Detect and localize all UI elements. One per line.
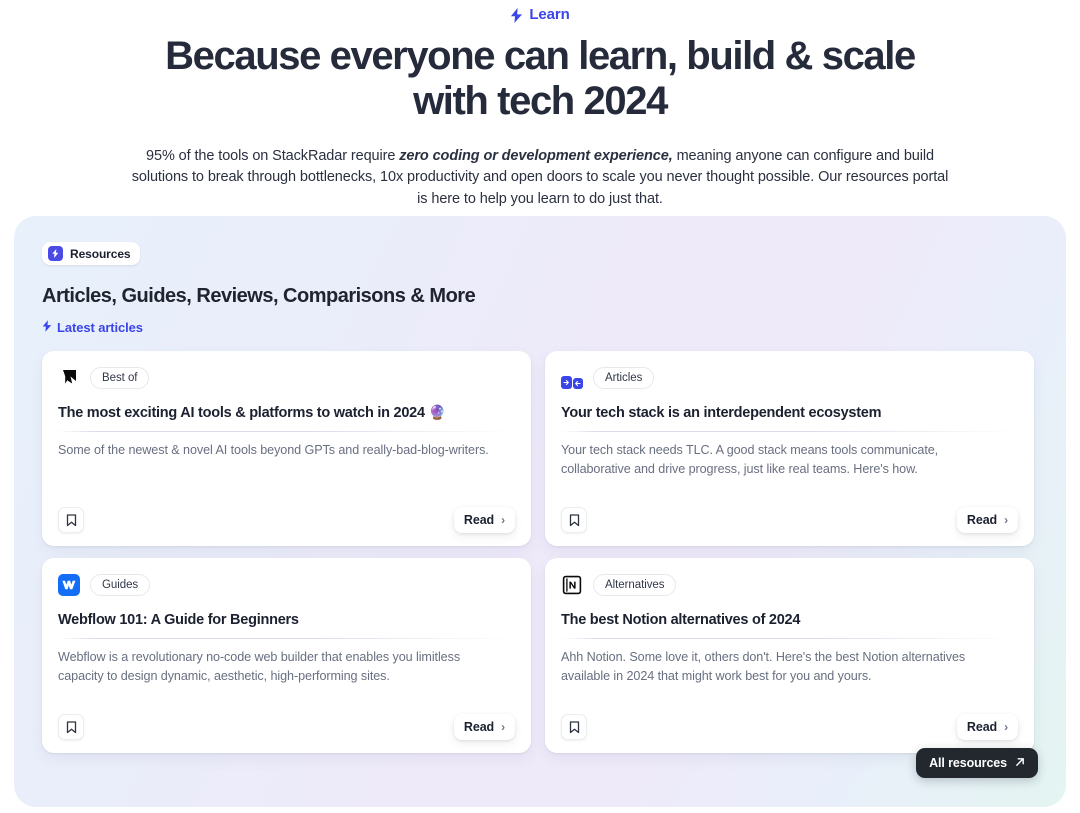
- card-title: The best Notion alternatives of 2024: [561, 610, 1018, 630]
- article-card[interactable]: Best of The most exciting AI tools & pla…: [42, 351, 531, 546]
- read-button[interactable]: Read ›: [956, 507, 1018, 533]
- articles-squares-icon: [561, 367, 583, 389]
- card-footer: Read ›: [58, 507, 515, 533]
- webflow-icon: [58, 574, 80, 596]
- bookmark-icon[interactable]: [561, 507, 587, 533]
- card-tag: Alternatives: [593, 574, 677, 596]
- chevron-right-icon: ›: [501, 720, 505, 734]
- card-title-text: The most exciting AI tools & platforms t…: [58, 405, 429, 421]
- page-title: Because everyone can learn, build & scal…: [165, 33, 916, 123]
- read-button-label: Read: [463, 513, 495, 527]
- card-title-text: Your tech stack is an interdependent eco…: [561, 405, 882, 421]
- bookmark-icon[interactable]: [561, 714, 587, 740]
- card-title: Your tech stack is an interdependent eco…: [561, 403, 1018, 423]
- card-title-text: Webflow 101: A Guide for Beginners: [58, 612, 299, 628]
- card-title: The most exciting AI tools & platforms t…: [58, 403, 515, 423]
- card-header: Guides: [58, 572, 515, 598]
- card-footer: Read ›: [561, 507, 1018, 533]
- all-resources-button[interactable]: All resources: [916, 748, 1038, 778]
- card-header: Articles: [561, 365, 1018, 391]
- notion-icon: [561, 574, 583, 596]
- card-description: Ahh Notion. Some love it, others don't. …: [561, 650, 966, 683]
- card-footer: Read ›: [58, 714, 515, 740]
- card-description: Your tech stack needs TLC. A good stack …: [561, 443, 939, 476]
- card-title: Webflow 101: A Guide for Beginners: [58, 610, 515, 630]
- read-button-label: Read: [966, 720, 998, 734]
- page-root: Learn Because everyone can learn, build …: [0, 0, 1080, 813]
- card-title-emoji: 🔮: [428, 404, 446, 420]
- panel-title: Articles, Guides, Reviews, Comparisons &…: [42, 285, 476, 307]
- read-button[interactable]: Read ›: [453, 714, 515, 740]
- card-divider: [561, 638, 1018, 639]
- all-resources-label: All resources: [929, 756, 1007, 770]
- hero-subtitle-part1: 95% of the tools on StackRadar require: [146, 147, 400, 164]
- card-divider: [561, 431, 1018, 432]
- resources-chip-label: Resources: [70, 246, 131, 261]
- read-button[interactable]: Read ›: [956, 714, 1018, 740]
- resources-chip: Resources: [42, 242, 141, 265]
- hero-subtitle: 95% of the tools on StackRadar require z…: [126, 146, 954, 211]
- lightning-bolt-icon: [510, 7, 523, 23]
- card-header: Best of: [58, 365, 515, 391]
- bookmark-icon[interactable]: [58, 507, 84, 533]
- card-divider: [58, 638, 515, 639]
- article-card[interactable]: Alternatives The best Notion alternative…: [545, 558, 1034, 753]
- articles-square-left: [561, 376, 572, 389]
- article-card[interactable]: Guides Webflow 101: A Guide for Beginner…: [42, 558, 531, 753]
- card-footer: Read ›: [561, 714, 1018, 740]
- chevron-right-icon: ›: [1004, 720, 1008, 734]
- card-tag: Best of: [90, 367, 150, 389]
- arrow-up-right-icon: [1015, 757, 1025, 769]
- card-tag: Articles: [593, 367, 655, 389]
- card-tag: Guides: [90, 574, 151, 596]
- hero-section: Learn Because everyone can learn, build …: [0, 0, 1080, 210]
- hero-eyebrow: Learn: [510, 6, 570, 24]
- chevron-right-icon: ›: [1004, 513, 1008, 527]
- card-title-text: The best Notion alternatives of 2024: [561, 612, 801, 628]
- lightning-bolt-icon: [48, 246, 63, 261]
- article-card-grid: Best of The most exciting AI tools & pla…: [42, 351, 1038, 753]
- card-divider: [58, 431, 515, 432]
- chevron-right-icon: ›: [501, 513, 505, 527]
- article-card[interactable]: Articles Your tech stack is an interdepe…: [545, 351, 1034, 546]
- resources-panel-inner: Resources Articles, Guides, Reviews, Com…: [14, 216, 1066, 753]
- lightning-bolt-icon: [42, 320, 52, 335]
- framer-cursor-icon: [58, 367, 80, 389]
- latest-articles-link[interactable]: Latest articles: [42, 320, 143, 335]
- bookmark-icon[interactable]: [58, 714, 84, 740]
- hero-subtitle-emphasis: zero coding or development experience,: [399, 147, 673, 164]
- read-button-label: Read: [463, 720, 495, 734]
- read-button-label: Read: [966, 513, 998, 527]
- card-header: Alternatives: [561, 572, 1018, 598]
- card-description: Webflow is a revolutionary no-code web b…: [58, 650, 461, 683]
- resources-panel: Resources Articles, Guides, Reviews, Com…: [14, 216, 1066, 807]
- read-button[interactable]: Read ›: [453, 507, 515, 533]
- latest-articles-label: Latest articles: [57, 320, 143, 335]
- hero-eyebrow-label: Learn: [529, 6, 570, 23]
- card-description: Some of the newest & novel AI tools beyo…: [58, 443, 489, 457]
- articles-square-right: [572, 378, 583, 389]
